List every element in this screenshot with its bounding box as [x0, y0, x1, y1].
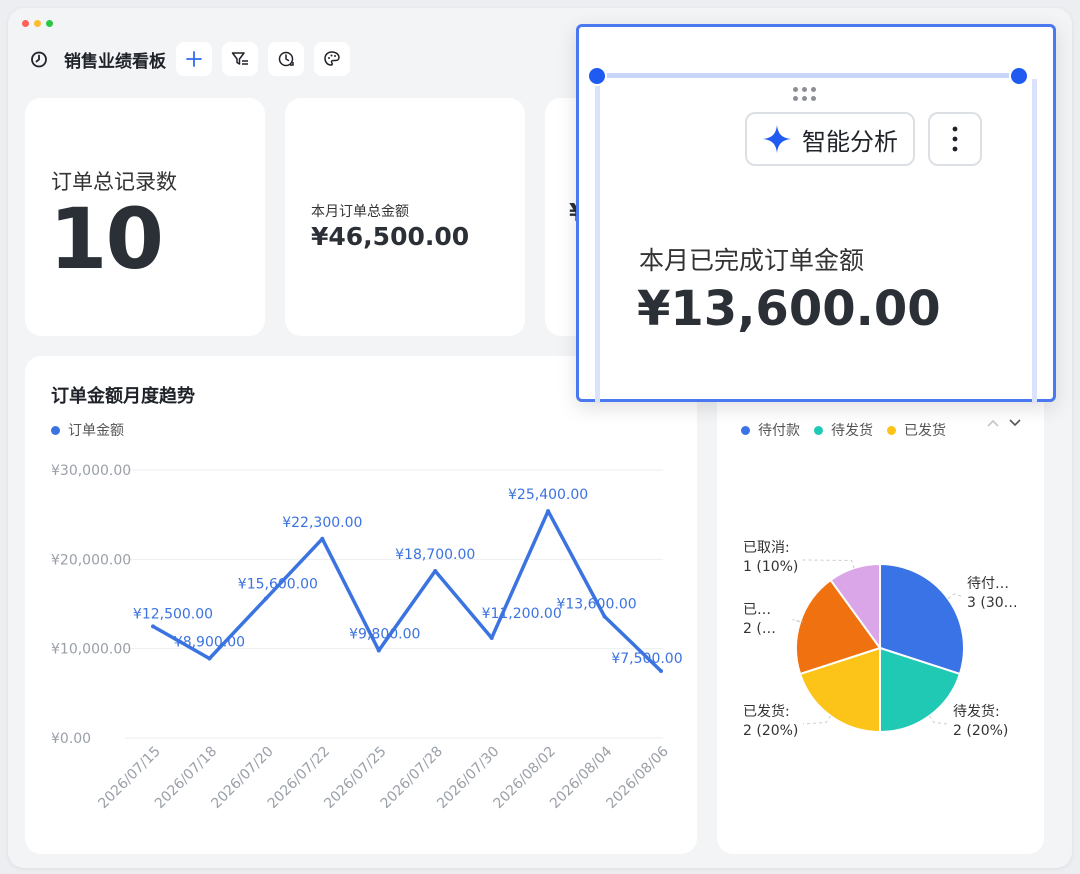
resize-handle-left[interactable] — [587, 66, 607, 86]
slice-label-value: 1 (10%) — [743, 559, 798, 575]
data-point — [207, 656, 212, 661]
more-options-button[interactable] — [928, 112, 982, 166]
resize-edge-top[interactable] — [597, 73, 1023, 78]
minimize-window-button[interactable] — [34, 20, 41, 27]
selected-kpi-card[interactable]: 智能分析 本月已完成订单金额 ¥13,600.00 — [576, 24, 1056, 403]
pie-chart-card[interactable]: 待付款 待发货 已发货 待付… 3 (30… 待发货: 2 (20%) 已发货: 2 (2… — [717, 356, 1044, 854]
data-label: ¥9,800.00 — [349, 626, 420, 642]
toolbar: 销售业绩看板 — [28, 42, 350, 76]
card-label: 本月订单总金额 — [311, 204, 409, 220]
resize-handle-right[interactable] — [1009, 66, 1029, 86]
slice-label-name: 已… — [743, 602, 771, 618]
pie-chart-plot: 待付… 3 (30… 待发货: 2 (20%) 已发货: 2 (20%) 已… 2 (… 已取消… — [743, 540, 1018, 739]
smart-analysis-button[interactable]: 智能分析 — [745, 112, 915, 166]
data-label: ¥13,600.00 — [556, 597, 636, 613]
total-orders-card[interactable]: 订单总记录数 10 — [25, 98, 265, 336]
maximize-window-button[interactable] — [46, 20, 53, 27]
filter-button[interactable] — [222, 42, 258, 76]
kpi-value: ¥13,600.00 — [637, 281, 941, 337]
data-point — [602, 614, 607, 619]
label-leader — [928, 715, 948, 725]
data-label: ¥8,900.00 — [174, 634, 245, 650]
data-label: ¥22,300.00 — [282, 515, 362, 531]
data-point — [489, 635, 494, 640]
slice-label-value: 2 (20%) — [953, 723, 1008, 739]
data-label: ¥18,700.00 — [395, 547, 475, 563]
data-point — [320, 536, 325, 541]
slice-label-name: 待付… — [967, 576, 1009, 592]
data-label: ¥11,200.00 — [482, 606, 562, 622]
resize-edge-right[interactable] — [1032, 79, 1037, 403]
label-leader — [802, 559, 855, 569]
more-vertical-icon — [952, 126, 958, 152]
plus-icon — [186, 51, 202, 67]
label-leader — [947, 593, 962, 600]
line-chart-plot: ¥0.00¥10,000.00¥20,000.00¥30,000.002026/… — [51, 463, 683, 812]
y-tick-label: ¥20,000.00 — [51, 552, 131, 568]
drag-handle-icon[interactable] — [793, 87, 816, 101]
card-value: 10 — [49, 190, 164, 288]
y-tick-label: ¥10,000.00 — [51, 642, 131, 658]
sparkle-icon — [762, 124, 792, 154]
slice-label-value: 2 (… — [743, 621, 776, 637]
theme-button[interactable] — [314, 42, 350, 76]
window-controls — [22, 20, 53, 27]
resize-edge-left[interactable] — [595, 79, 600, 403]
page-title: 销售业绩看板 — [64, 51, 166, 72]
slice-label-name: 已发货: — [743, 703, 790, 720]
data-label: ¥15,600.00 — [238, 577, 318, 593]
filter-icon — [231, 52, 248, 65]
clock-refresh-icon — [278, 51, 294, 67]
data-label: ¥7,500.00 — [611, 651, 682, 667]
data-point — [546, 509, 551, 514]
label-leader — [802, 715, 832, 725]
y-tick-label: ¥0.00 — [51, 731, 91, 747]
monthly-total-card[interactable]: 本月订单总金额 ¥46,500.00 — [285, 98, 525, 336]
kpi-label: 本月已完成订单金额 — [639, 246, 865, 275]
refresh-timer-button[interactable] — [268, 42, 304, 76]
smart-analysis-label: 智能分析 — [802, 127, 898, 156]
slice-label-value: 3 (30… — [967, 595, 1018, 611]
data-point — [659, 669, 663, 673]
data-point — [376, 648, 381, 653]
data-point — [433, 568, 438, 573]
data-label: ¥25,400.00 — [508, 487, 588, 503]
data-point — [151, 624, 155, 629]
slice-label-value: 2 (20%) — [743, 723, 798, 739]
card-value: ¥46,500.00 — [311, 222, 470, 251]
add-button[interactable] — [176, 42, 212, 76]
line-chart-card[interactable]: 订单金额月度趋势 订单金额 ¥0.00 ¥10,000.00 ¥20,000.00 ¥… — [25, 356, 697, 854]
slice-label-name: 待发货: — [953, 703, 1000, 720]
close-window-button[interactable] — [22, 20, 29, 27]
data-label: ¥12,500.00 — [133, 606, 213, 622]
data-point — [263, 596, 268, 601]
palette-icon — [324, 51, 340, 66]
slice-label-name: 已取消: — [743, 540, 790, 556]
y-tick-label: ¥30,000.00 — [51, 463, 131, 479]
timer-icon — [28, 48, 50, 70]
